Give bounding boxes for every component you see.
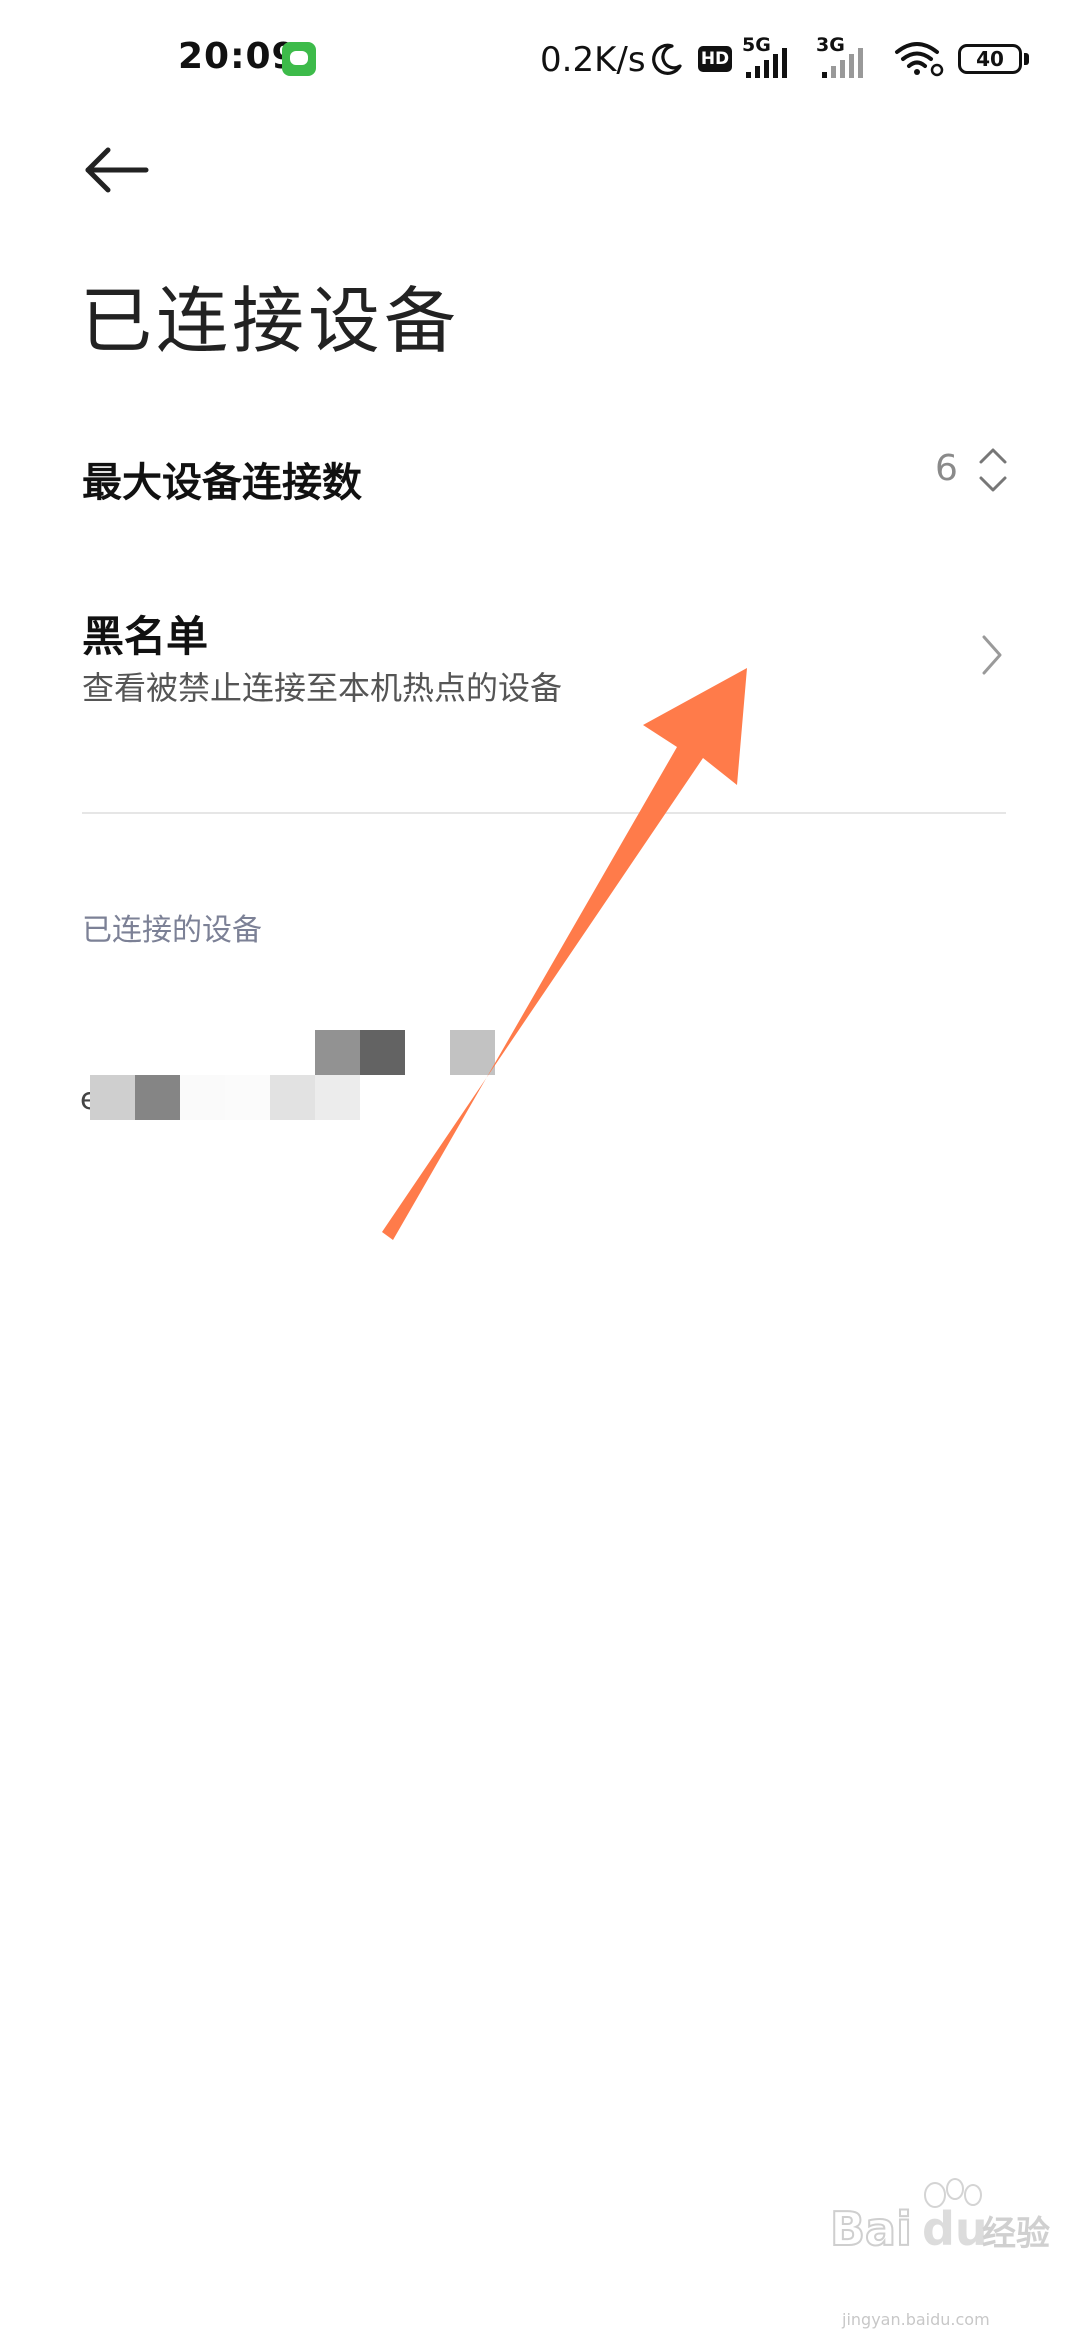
watermark-domain: jingyan.baidu.com bbox=[842, 2310, 990, 2329]
hd-badge: HD bbox=[698, 46, 732, 72]
app-notification-icon bbox=[282, 42, 316, 76]
mosaic-block bbox=[90, 1075, 135, 1120]
blacklist-title: 黑名单 bbox=[82, 612, 209, 661]
moon-icon bbox=[652, 43, 682, 75]
mosaic-block bbox=[315, 1075, 360, 1120]
blacklist-subtitle: 查看被禁止连接至本机热点的设备 bbox=[82, 669, 563, 707]
mosaic-block bbox=[225, 1075, 270, 1120]
mosaic-block bbox=[180, 1075, 225, 1120]
blacklist-row[interactable]: 黑名单 查看被禁止连接至本机热点的设备 bbox=[0, 585, 1080, 725]
wifi-icon bbox=[895, 42, 944, 77]
svg-text:du: du bbox=[922, 2202, 988, 2255]
network-speed: 0.2K/s bbox=[540, 40, 646, 80]
stepper-up-down-icon[interactable] bbox=[975, 444, 1011, 496]
back-arrow-icon[interactable] bbox=[80, 140, 152, 200]
chevron-right-icon bbox=[982, 635, 1002, 675]
max-connections-row[interactable]: 最大设备连接数 6 bbox=[0, 420, 1080, 530]
baidu-jingyan-watermark: Bai du 经验 bbox=[830, 2178, 1050, 2255]
status-time: 20:09 bbox=[178, 36, 298, 77]
mosaic-block bbox=[450, 1030, 495, 1075]
svg-text:Bai: Bai bbox=[830, 2202, 912, 2255]
mosaic-block bbox=[315, 1030, 360, 1075]
status-bar: 20:09 0.2K/s HD 5G 3G 40 bbox=[0, 0, 1080, 120]
mosaic-block bbox=[135, 1075, 180, 1120]
battery-icon: 40 bbox=[958, 44, 1022, 74]
page-title: 已连接设备 bbox=[80, 279, 461, 363]
divider bbox=[82, 812, 1006, 814]
screen: 20:09 0.2K/s HD 5G 3G 40 已连接设备 最大设备连接数 6… bbox=[0, 0, 1080, 2340]
mosaic-block bbox=[270, 1075, 315, 1120]
max-connections-value: 6 bbox=[935, 448, 958, 489]
connected-devices-header: 已连接的设备 bbox=[82, 913, 262, 948]
signal-icon-secondary bbox=[822, 48, 863, 78]
battery-tip bbox=[1024, 53, 1029, 65]
signal-icon bbox=[746, 48, 787, 78]
max-connections-label: 最大设备连接数 bbox=[82, 460, 362, 506]
mosaic-block bbox=[360, 1030, 405, 1075]
device-list-item[interactable]: e bbox=[0, 1030, 1080, 1140]
svg-text:经验: 经验 bbox=[982, 2214, 1050, 2254]
